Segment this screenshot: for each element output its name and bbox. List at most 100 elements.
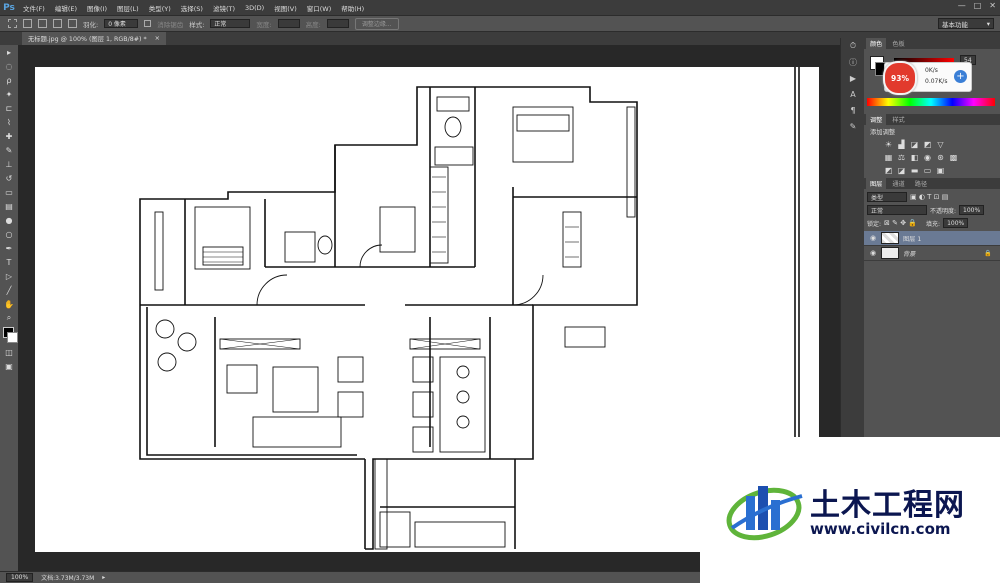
width-input[interactable]: [277, 19, 300, 28]
screen-mode-icon[interactable]: ▣: [0, 359, 18, 373]
layer-row-layer1[interactable]: ◉ 图层 1: [864, 231, 1000, 246]
tab-layers[interactable]: 图层: [866, 178, 887, 189]
height-input[interactable]: [326, 19, 349, 28]
tab-paths[interactable]: 路径: [911, 178, 931, 189]
tab-color[interactable]: 颜色: [866, 38, 887, 49]
photo-filter-icon[interactable]: ◉: [923, 153, 932, 162]
color-lookup-icon[interactable]: ▩: [949, 153, 958, 162]
network-speed-widget[interactable]: 93% 0K/s 0.07K/s +: [883, 61, 972, 95]
line-tool-icon[interactable]: ╱: [0, 283, 18, 297]
properties-panel-icon[interactable]: ⓘ: [841, 54, 865, 70]
brush-tool-icon[interactable]: ✎: [0, 143, 18, 157]
move-tool-icon[interactable]: ▸: [0, 45, 18, 59]
menu-window[interactable]: 窗口(W): [302, 3, 337, 13]
gradient-map-icon[interactable]: ▭: [923, 166, 932, 175]
opacity-input[interactable]: 100%: [959, 205, 985, 215]
color-balance-icon[interactable]: ⚖: [897, 153, 906, 162]
actions-panel-icon[interactable]: ▶: [841, 70, 865, 86]
menu-filter[interactable]: 滤镜(T): [208, 3, 240, 13]
menu-image[interactable]: 图像(I): [82, 3, 112, 13]
pen-tool-icon[interactable]: ✒: [0, 241, 18, 255]
color-swatch-icon[interactable]: [0, 325, 18, 345]
eyedropper-icon[interactable]: ⌇: [0, 115, 18, 129]
minimize-icon[interactable]: —: [958, 1, 966, 10]
menu-select[interactable]: 选择(S): [176, 3, 208, 13]
type-tool-icon[interactable]: T: [0, 255, 18, 269]
refine-edge-button[interactable]: 调整边缘...: [354, 17, 399, 30]
adjustment-row-2: ▦ ⚖ ◧ ◉ ⊛ ▩: [884, 153, 1000, 162]
curves-icon[interactable]: ◪: [910, 140, 919, 149]
hand-tool-icon[interactable]: ✋: [0, 297, 18, 311]
color-spectrum[interactable]: [867, 98, 995, 106]
lock-icons[interactable]: ⊠ ✎ ✥ 🔒: [884, 219, 917, 227]
history-brush-icon[interactable]: ↺: [0, 171, 18, 185]
antialias-checkbox[interactable]: [144, 20, 152, 27]
tab-swatches[interactable]: 色板: [888, 38, 908, 49]
layer-kind-filter[interactable]: 类型: [867, 192, 907, 202]
marquee-tool-icon[interactable]: ◌: [0, 59, 18, 73]
layers-panel-tabs: 图层 通道 路径: [864, 178, 1000, 189]
menu-view[interactable]: 视图(V): [269, 3, 302, 13]
path-select-icon[interactable]: ▷: [0, 269, 18, 283]
paragraph-panel-icon[interactable]: ¶: [841, 102, 865, 118]
lasso-tool-icon[interactable]: ρ: [0, 73, 18, 87]
plus-icon[interactable]: +: [954, 70, 967, 83]
maximize-icon[interactable]: □: [974, 1, 982, 10]
close-tab-icon[interactable]: ×: [155, 35, 160, 42]
character-panel-icon[interactable]: A: [841, 86, 865, 102]
brush-panel-icon[interactable]: ✎: [841, 118, 865, 134]
marquee-tool-icon[interactable]: [8, 19, 17, 28]
menu-help[interactable]: 帮助(H): [336, 3, 369, 13]
blend-mode-select[interactable]: 正常: [867, 205, 927, 215]
document-tab[interactable]: 无标题.jpg @ 100% (图层 1, RGB/8#) * ×: [22, 32, 166, 45]
gradient-icon[interactable]: ▤: [0, 199, 18, 213]
posterize-icon[interactable]: ◪: [897, 166, 906, 175]
hue-saturation-icon[interactable]: ▦: [884, 153, 893, 162]
feather-input[interactable]: 0 像素: [104, 19, 139, 28]
exposure-icon[interactable]: ◩: [923, 140, 932, 149]
zoom-level[interactable]: 100%: [6, 573, 34, 582]
menu-edit[interactable]: 编辑(E): [50, 3, 82, 13]
vibrance-icon[interactable]: ▽: [936, 140, 945, 149]
menu-type[interactable]: 类型(Y): [144, 3, 176, 13]
style-select[interactable]: 正常: [210, 19, 251, 28]
eraser-icon[interactable]: ▭: [0, 185, 18, 199]
blur-tool-icon[interactable]: ●: [0, 213, 18, 227]
magic-wand-icon[interactable]: ✦: [0, 87, 18, 101]
healing-brush-icon[interactable]: ✚: [0, 129, 18, 143]
eye-icon[interactable]: ◉: [869, 234, 877, 242]
brightness-icon[interactable]: ☀: [884, 140, 893, 149]
crop-tool-icon[interactable]: ⊏: [0, 101, 18, 115]
adjustment-row-3: ◩ ◪ ▬ ▭ ▣: [884, 166, 1000, 175]
fill-input[interactable]: 100%: [943, 218, 969, 228]
dodge-tool-icon[interactable]: ○: [0, 227, 18, 241]
channel-mixer-icon[interactable]: ⊛: [936, 153, 945, 162]
quick-mask-icon[interactable]: ◫: [0, 345, 18, 359]
clone-stamp-icon[interactable]: ⊥: [0, 157, 18, 171]
new-selection-icon[interactable]: [23, 19, 32, 28]
workspace-select[interactable]: 基本功能 ▾: [938, 18, 994, 29]
intersect-selection-icon[interactable]: [68, 19, 77, 28]
black-white-icon[interactable]: ◧: [910, 153, 919, 162]
tab-channels[interactable]: 通道: [888, 178, 908, 189]
filter-icons[interactable]: ▣ ◐ T ⊡ ▤: [910, 193, 948, 201]
status-menu-arrow-icon[interactable]: ▸: [102, 574, 105, 581]
invert-icon[interactable]: ◩: [884, 166, 893, 175]
eye-icon[interactable]: ◉: [869, 249, 877, 257]
watermark-url: www.civilcn.com: [810, 520, 951, 538]
subtract-selection-icon[interactable]: [53, 19, 62, 28]
close-icon[interactable]: ✕: [989, 1, 996, 10]
history-panel-icon[interactable]: ⏱: [841, 38, 865, 54]
menu-file[interactable]: 文件(F): [18, 3, 50, 13]
zoom-tool-icon[interactable]: ⌕: [0, 311, 18, 325]
tab-adjustments[interactable]: 调整: [866, 114, 887, 125]
tab-styles[interactable]: 样式: [888, 114, 908, 125]
layer-row-background[interactable]: ◉ 背景 🔒: [864, 246, 1000, 261]
threshold-icon[interactable]: ▬: [910, 166, 919, 175]
selective-color-icon[interactable]: ▣: [936, 166, 945, 175]
add-selection-icon[interactable]: [38, 19, 47, 28]
toolbox: ▸ ◌ ρ ✦ ⊏ ⌇ ✚ ✎ ⊥ ↺ ▭ ▤ ● ○ ✒ T ▷ ╱ ✋ ⌕ …: [0, 45, 19, 571]
levels-icon[interactable]: ▟: [897, 140, 906, 149]
menu-3d[interactable]: 3D(D): [240, 4, 269, 12]
menu-layer[interactable]: 图层(L): [112, 3, 144, 13]
